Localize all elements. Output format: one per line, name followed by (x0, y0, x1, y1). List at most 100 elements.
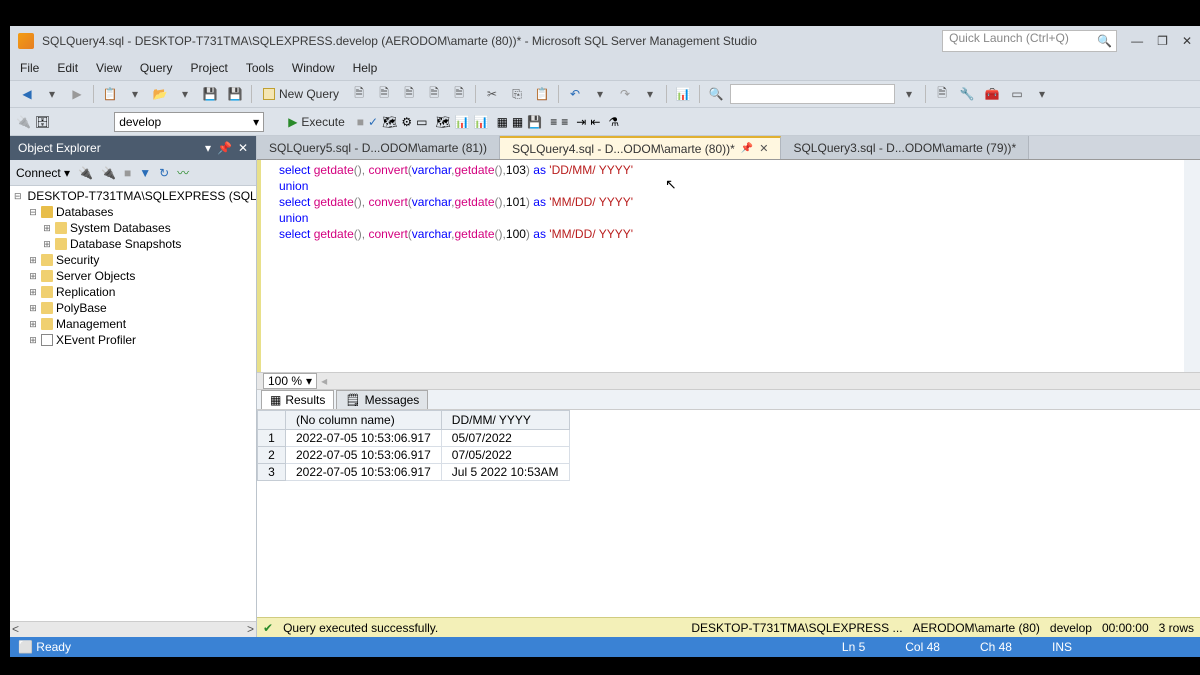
menu-help[interactable]: Help (353, 61, 378, 75)
dropdown-icon[interactable]: ▾ (898, 83, 920, 105)
search-icon[interactable]: 🔍 (1097, 34, 1112, 48)
dropdown-icon[interactable]: ▾ (1031, 83, 1053, 105)
dropdown-icon[interactable]: ▾ (124, 83, 146, 105)
xml-icon[interactable]: 🗎 (931, 83, 953, 105)
polybase-node[interactable]: ⊞PolyBase (10, 300, 256, 316)
query-options-icon[interactable]: ⚙ (401, 115, 412, 129)
horizontal-scrollbar[interactable]: <> (10, 621, 256, 637)
new-project-icon[interactable]: 📋 (99, 83, 121, 105)
outdent-icon[interactable]: ⇤ (590, 115, 600, 129)
pulse-icon[interactable]: 〰 (177, 164, 189, 181)
dmx-query-icon[interactable]: 🗎 (398, 83, 420, 105)
comment-icon[interactable]: ≡ (550, 115, 557, 129)
client-stats-icon[interactable]: 📊 (474, 115, 489, 129)
db-engine-query-icon[interactable]: 🗎 (348, 83, 370, 105)
menu-file[interactable]: File (20, 61, 39, 75)
security-node[interactable]: ⊞Security (10, 252, 256, 268)
xmla-query-icon[interactable]: 🗎 (423, 83, 445, 105)
find-input[interactable] (730, 84, 895, 104)
pin-icon[interactable]: 📌 (741, 143, 753, 154)
live-stats-icon[interactable]: 📊 (455, 115, 470, 129)
paste-icon[interactable]: 📋 (531, 83, 553, 105)
system-databases-node[interactable]: ⊞System Databases (10, 220, 256, 236)
databases-node[interactable]: ⊟Databases (10, 204, 256, 220)
dropdown-icon[interactable]: ▾ (41, 83, 63, 105)
database-combo[interactable]: develop▾ (114, 112, 264, 132)
open-icon[interactable]: 📂 (149, 83, 171, 105)
quick-launch-input[interactable]: Quick Launch (Ctrl+Q) 🔍 (942, 30, 1117, 52)
table-row[interactable]: 22022-07-05 10:53:06.91707/05/2022 (258, 446, 570, 463)
tab-query4[interactable]: SQLQuery4.sql - D...ODOM\amarte (80))*📌✕ (500, 136, 781, 159)
copy-icon[interactable]: ⎘ (506, 83, 528, 105)
filter-icon[interactable]: ▼ (139, 166, 151, 180)
menu-edit[interactable]: Edit (57, 61, 78, 75)
zoom-combo[interactable]: 100 %▾ (263, 373, 317, 389)
close-button[interactable]: ✕ (1182, 34, 1192, 48)
tab-query3[interactable]: SQLQuery3.sql - D...ODOM\amarte (79))* (781, 136, 1029, 159)
messages-tab[interactable]: 🗒Messages (336, 390, 428, 409)
available-db-icon[interactable]: 🗄 (35, 115, 50, 129)
results-text-icon[interactable]: ▦ (497, 115, 508, 129)
titlebar[interactable]: SQLQuery4.sql - DESKTOP-T731TMA\SQLEXPRE… (10, 26, 1200, 56)
object-explorer-header[interactable]: Object Explorer ▾ 📌 ✕ (10, 136, 256, 160)
tab-query5[interactable]: SQLQuery5.sql - D...ODOM\amarte (81)) (257, 136, 500, 159)
nav-back-icon[interactable]: ◀ (16, 83, 38, 105)
results-file-icon[interactable]: 💾 (527, 115, 542, 129)
menu-tools[interactable]: Tools (246, 61, 274, 75)
replication-node[interactable]: ⊞Replication (10, 284, 256, 300)
close-icon[interactable]: ✕ (238, 141, 248, 155)
results-tab[interactable]: ▦Results (261, 390, 334, 409)
column-header[interactable]: (No column name) (286, 410, 442, 429)
table-row[interactable]: 12022-07-05 10:53:06.91705/07/2022 (258, 429, 570, 446)
minimize-button[interactable]: — (1131, 34, 1143, 48)
server-objects-node[interactable]: ⊞Server Objects (10, 268, 256, 284)
restore-button[interactable]: ❐ (1157, 34, 1168, 48)
parse-icon[interactable]: ✓ (368, 115, 378, 129)
specify-values-icon[interactable]: ⚗ (608, 115, 619, 129)
management-node[interactable]: ⊞Management (10, 316, 256, 332)
disconnect-icon[interactable]: 🔌 (101, 166, 116, 180)
save-all-icon[interactable]: 💾 (224, 83, 246, 105)
redo-icon[interactable]: ↷ (614, 83, 636, 105)
undo-icon[interactable]: ↶ (564, 83, 586, 105)
menu-view[interactable]: View (96, 61, 122, 75)
properties-icon[interactable]: 🔧 (956, 83, 978, 105)
xevent-profiler-node[interactable]: ⊞XEvent Profiler (10, 332, 256, 348)
dropdown-icon[interactable]: ▾ (205, 141, 211, 155)
sql-editor[interactable]: select getdate(), convert(varchar,getdat… (257, 160, 1200, 372)
menu-query[interactable]: Query (140, 61, 173, 75)
database-snapshots-node[interactable]: ⊞Database Snapshots (10, 236, 256, 252)
menu-window[interactable]: Window (292, 61, 335, 75)
pin-icon[interactable]: 📌 (217, 141, 232, 155)
column-header[interactable]: DD/MM/ YYYY (441, 410, 569, 429)
close-icon[interactable]: ✕ (759, 142, 768, 155)
window-icon[interactable]: ▭ (1006, 83, 1028, 105)
vertical-scrollbar[interactable] (1184, 160, 1200, 372)
table-row[interactable]: 32022-07-05 10:53:06.917Jul 5 2022 10:53… (258, 463, 570, 480)
mdx-query-icon[interactable]: 🗎 (373, 83, 395, 105)
refresh-icon[interactable]: ↻ (159, 166, 169, 180)
dax-query-icon[interactable]: 🗎 (448, 83, 470, 105)
menu-project[interactable]: Project (191, 61, 228, 75)
intellisense-icon[interactable]: ▭ (416, 115, 427, 129)
results-grid[interactable]: (No column name) DD/MM/ YYYY 12022-07-05… (257, 410, 1200, 618)
stop-icon[interactable]: ■ (357, 115, 364, 129)
indent-icon[interactable]: ⇥ (576, 115, 586, 129)
connect-button[interactable]: Connect ▾ (16, 166, 70, 180)
dropdown-icon[interactable]: ▾ (639, 83, 661, 105)
uncomment-icon[interactable]: ≡ (561, 115, 568, 129)
include-plan-icon[interactable]: 🗺 (435, 115, 450, 129)
dropdown-icon[interactable]: ▾ (589, 83, 611, 105)
nav-forward-icon[interactable]: ▶ (66, 83, 88, 105)
save-icon[interactable]: 💾 (199, 83, 221, 105)
toolbox-icon[interactable]: 🧰 (981, 83, 1003, 105)
object-explorer-tree[interactable]: ⊟DESKTOP-T731TMA\SQLEXPRESS (SQL Se ⊟Dat… (10, 186, 256, 621)
stop-icon[interactable]: ■ (124, 166, 131, 180)
server-node[interactable]: ⊟DESKTOP-T731TMA\SQLEXPRESS (SQL Se (10, 188, 256, 204)
execute-button[interactable]: ▶Execute (280, 115, 353, 129)
connect-icon[interactable]: 🔌 (78, 166, 93, 180)
estimated-plan-icon[interactable]: 🗺 (382, 115, 397, 129)
find-icon[interactable]: 🔍 (705, 83, 727, 105)
change-connection-icon[interactable]: 🔌 (16, 115, 31, 129)
new-query-button[interactable]: New Query (257, 87, 345, 101)
